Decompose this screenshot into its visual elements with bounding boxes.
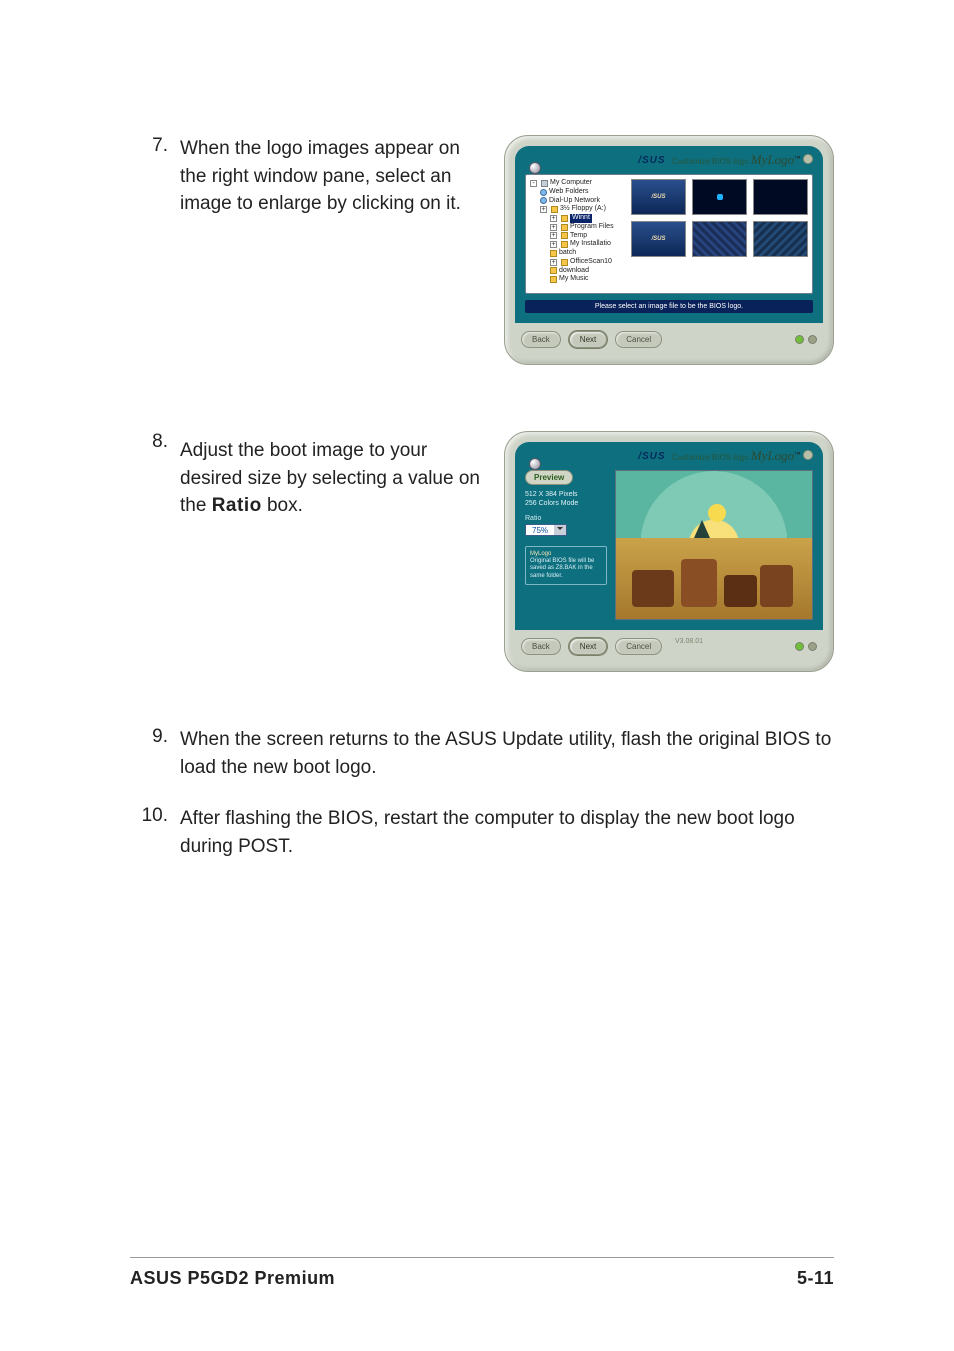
step-10-row: 10. After flashing the BIOS, restart the… [140, 805, 834, 860]
folder-icon [550, 267, 557, 274]
message-title: MyLogo [530, 551, 551, 557]
preview-label: Preview [525, 470, 573, 485]
preview-rocks [632, 554, 797, 607]
ratio-select[interactable]: 75% [525, 524, 567, 536]
customize-label: Customize BIOS logo [672, 157, 748, 166]
thumbnail-grid: /SUS /SUS [631, 179, 808, 289]
screenshot-1-workspace: /SUS Customize BIOS logo MyLogo™ -My Com… [515, 146, 823, 323]
tree-item-selected[interactable]: Winnt [570, 214, 592, 223]
thumbnail[interactable] [692, 221, 747, 257]
file-browser-pane: -My Computer Web Folders Dial-Up Network… [525, 174, 813, 294]
footer-right: 5-11 [797, 1268, 834, 1289]
step-10-number: 10. [140, 805, 180, 827]
preview-boat [694, 520, 710, 538]
next-button[interactable]: Next [569, 638, 607, 655]
customize-label: Customize BIOS logo [672, 453, 748, 462]
thumbnail[interactable]: /SUS [631, 221, 686, 257]
tree-item[interactable]: Dial-Up Network [549, 197, 600, 206]
screenshot-2: /SUS Customize BIOS logo MyLogo™ Preview… [504, 431, 834, 672]
screenshot-1-titlebar: /SUS Customize BIOS logo MyLogo™ [638, 152, 813, 168]
thumbtack-icon [529, 458, 541, 470]
status-leds [795, 642, 817, 651]
screenshot-2-workspace: /SUS Customize BIOS logo MyLogo™ Preview… [515, 442, 823, 630]
asus-logo: /SUS [638, 451, 665, 462]
folder-icon [550, 250, 557, 257]
preview-image [615, 470, 813, 620]
tree-item[interactable]: My Music [559, 275, 589, 284]
tree-item[interactable]: Temp [570, 232, 587, 241]
tree-item[interactable]: Web Folders [549, 188, 589, 197]
mylogo-label: MyLogo [751, 448, 794, 463]
folder-icon [561, 259, 568, 266]
step-8-text: Adjust the boot image to your desired si… [180, 437, 480, 520]
screenshot-2-titlebar: /SUS Customize BIOS logo MyLogo™ [638, 448, 813, 464]
preview-sun [708, 504, 726, 522]
message-body: Original BIOS file will be saved as Z8.B… [530, 558, 594, 578]
message-box: MyLogo Original BIOS file will be saved … [525, 546, 607, 585]
tm-label: ™ [794, 155, 801, 162]
preview-sidebar: Preview 512 X 384 Pixels 256 Colors Mode… [525, 470, 607, 620]
floppy-icon [551, 206, 558, 213]
step-7-text: When the logo images appear on the right… [180, 135, 480, 218]
tree-item[interactable]: Program Files [570, 223, 614, 232]
globe-icon [540, 197, 547, 204]
ratio-value: 75% [526, 526, 554, 535]
version-label: V3.08.01 [675, 638, 703, 645]
tree-item[interactable]: 3½ Floppy (A:) [560, 205, 606, 214]
screenshot-1-frame: /SUS Customize BIOS logo MyLogo™ -My Com… [504, 135, 834, 365]
tree-root[interactable]: My Computer [550, 179, 592, 188]
hint-bar: Please select an image file to be the BI… [525, 300, 813, 313]
step-10-text: After flashing the BIOS, restart the com… [180, 805, 834, 860]
folder-icon [561, 241, 568, 248]
cancel-button[interactable]: Cancel [615, 638, 662, 655]
step-7-row: 7. When the logo images appear on the ri… [140, 135, 834, 365]
next-button[interactable]: Next [569, 331, 607, 348]
tree-item[interactable]: download [559, 267, 589, 276]
screenshot-2-buttons: Back Next Cancel V3.08.01 [515, 630, 823, 657]
preview-meta-pixels: 512 X 384 Pixels [525, 491, 607, 498]
footer-left: ASUS P5GD2 Premium [130, 1268, 335, 1289]
asus-logo: /SUS [638, 155, 665, 166]
chevron-down-icon[interactable] [554, 525, 566, 535]
page-footer: ASUS P5GD2 Premium 5-11 [130, 1257, 834, 1289]
mylogo-label: MyLogo [751, 152, 794, 167]
tree-item[interactable]: My Installatio [570, 240, 611, 249]
screenshot-1: /SUS Customize BIOS logo MyLogo™ -My Com… [504, 135, 834, 365]
preview-meta-colors: 256 Colors Mode [525, 500, 607, 507]
step-8-row: 8. Adjust the boot image to your desired… [140, 431, 834, 672]
close-icon[interactable] [803, 450, 813, 460]
back-button[interactable]: Back [521, 331, 561, 348]
thumbnail[interactable] [753, 179, 808, 215]
computer-icon [541, 180, 548, 187]
preview-pane: Preview 512 X 384 Pixels 256 Colors Mode… [525, 470, 813, 620]
screenshot-2-frame: /SUS Customize BIOS logo MyLogo™ Preview… [504, 431, 834, 672]
step-9-number: 9. [140, 726, 180, 748]
tree-item[interactable]: batch [559, 249, 576, 258]
folder-icon [550, 276, 557, 283]
thumbnail[interactable] [753, 221, 808, 257]
screenshot-1-buttons: Back Next Cancel [515, 323, 823, 350]
instruction-list: 7. When the logo images appear on the ri… [140, 135, 834, 860]
close-icon[interactable] [803, 154, 813, 164]
step-7-number: 7. [140, 135, 180, 157]
folder-icon [561, 215, 568, 222]
folder-tree[interactable]: -My Computer Web Folders Dial-Up Network… [530, 179, 625, 289]
tree-item[interactable]: OfficeScan10 [570, 258, 612, 267]
step-8-number: 8. [140, 431, 180, 453]
thumbnail[interactable] [692, 179, 747, 215]
step-9-text: When the screen returns to the ASUS Upda… [180, 726, 834, 781]
thumbnail[interactable]: /SUS [631, 179, 686, 215]
back-button[interactable]: Back [521, 638, 561, 655]
thumbtack-icon [529, 162, 541, 174]
tm-label: ™ [794, 451, 801, 458]
status-leds [795, 335, 817, 344]
ratio-label: Ratio [525, 515, 607, 522]
step-9-row: 9. When the screen returns to the ASUS U… [140, 726, 834, 781]
folder-icon [561, 232, 568, 239]
globe-icon [540, 189, 547, 196]
folder-icon [561, 224, 568, 231]
page: 7. When the logo images appear on the ri… [0, 0, 954, 1351]
cancel-button[interactable]: Cancel [615, 331, 662, 348]
